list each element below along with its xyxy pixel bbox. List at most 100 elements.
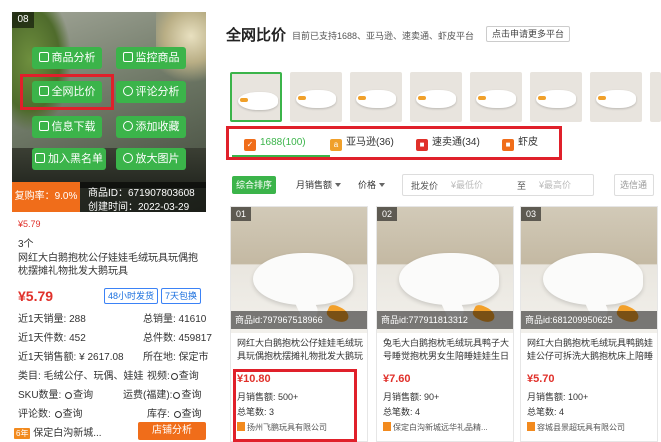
download-icon xyxy=(38,121,49,131)
stat-orders-1d: 近1天件数: 452 xyxy=(18,333,86,344)
stat-video[interactable]: 视频: 查询 xyxy=(147,367,199,382)
sort-price-button[interactable]: 价格 xyxy=(358,176,386,194)
monitor-product-button[interactable]: 监控商品 xyxy=(116,47,186,69)
sort-monthly-sales-button[interactable]: 月销售额 xyxy=(296,176,342,194)
tab-amazon-label: 亚马逊(36) xyxy=(346,137,394,148)
stat-total-orders: 总件数: 459817 xyxy=(143,333,212,344)
chevron-down-icon xyxy=(335,183,342,187)
analysis-icon xyxy=(38,52,49,62)
chevron-down-icon xyxy=(379,183,386,187)
price-range-filter: 批发价 ¥最低价 至 ¥最高价 xyxy=(402,174,594,196)
add-blacklist-button[interactable]: 加入黑名单 xyxy=(32,148,106,170)
thumbnail[interactable] xyxy=(590,72,642,122)
trust-filter-select[interactable]: 选信通 xyxy=(614,174,654,196)
thumbnail[interactable] xyxy=(410,72,462,122)
result-price: ¥5.70 xyxy=(527,373,555,385)
thumbnail[interactable] xyxy=(650,72,661,122)
result-index: 01 xyxy=(231,207,251,221)
thumbnail[interactable] xyxy=(530,72,582,122)
info-download-label: 信息下载 xyxy=(51,121,96,133)
shop-analysis-button[interactable]: 店铺分析 xyxy=(138,422,206,440)
info-download-button[interactable]: 信息下载 xyxy=(32,116,102,138)
tab-amazon[interactable]: a 亚马逊(36) xyxy=(330,133,394,153)
freight-query-link[interactable]: 查询 xyxy=(181,390,201,401)
video-label: 视频: xyxy=(147,371,170,382)
result-title[interactable]: 兔毛大白鹅抱枕毛绒玩具鸭子大号睡觉抱枕男女生陪睡娃娃生日礼物 xyxy=(383,337,509,363)
max-price-input[interactable]: ¥最高价 xyxy=(539,178,597,192)
certified-icon xyxy=(527,422,535,431)
result-product-id: 商品id:681209950625 xyxy=(521,311,657,329)
highlight-first-result-stats xyxy=(233,369,357,442)
stat-revenue-1d: 近1天销售额: ¥ 2617.08 xyxy=(18,352,124,363)
review-analysis-button[interactable]: 评论分析 xyxy=(116,81,186,103)
plant-decor xyxy=(12,12,72,132)
add-blacklist-label: 加入黑名单 xyxy=(48,153,103,165)
video-query-link[interactable]: 查询 xyxy=(179,371,199,382)
stat-total-sales: 总销量: 41610 xyxy=(143,314,207,325)
tab-shopee[interactable]: ■ 虾皮 xyxy=(502,133,538,153)
result-shop[interactable]: 保定白沟新城远华礼品精... xyxy=(383,422,509,433)
result-product-id: 商品id:797967518966 xyxy=(231,311,367,329)
sku-label: SKU数量: xyxy=(18,390,62,401)
quantity: 3个 xyxy=(18,239,34,250)
thumbnail[interactable] xyxy=(350,72,402,122)
stat-stock[interactable]: 库存: 查询 xyxy=(147,405,202,420)
stat-freight[interactable]: 运费(福建): 查询 xyxy=(123,386,201,401)
review-analysis-label: 评论分析 xyxy=(135,86,180,98)
sku-query-link[interactable]: 查询 xyxy=(73,390,93,401)
thumbnail[interactable] xyxy=(470,72,522,122)
result-card[interactable]: 03 商品id:681209950625 网红大白鹅抱枕毛绒玩具鸭鹅娃娃公仔可拆… xyxy=(520,206,658,442)
monitor-icon xyxy=(122,52,133,62)
stat-sales-1d: 近1天销量: 288 xyxy=(18,314,86,325)
tab-aliexpress[interactable]: ■ 速卖通(34) xyxy=(416,133,480,153)
beak-decor xyxy=(538,96,546,100)
sort-composite-button[interactable]: 综合排序 xyxy=(232,176,277,194)
stat-sku[interactable]: SKU数量: 查询 xyxy=(18,386,93,401)
result-shop-name[interactable]: 容城县景超玩具有限公司 xyxy=(537,423,625,432)
certified-icon xyxy=(383,422,391,431)
search-icon xyxy=(173,411,181,418)
tab-shopee-label: 虾皮 xyxy=(518,137,538,148)
tab-1688[interactable]: ✓ 1688(100) xyxy=(244,133,306,153)
result-total-reviews: 总笔数: 4 xyxy=(383,407,421,417)
amazon-logo-icon: a xyxy=(330,139,342,151)
min-price-input[interactable]: ¥最低价 xyxy=(451,178,509,192)
1688-logo-icon: ✓ xyxy=(244,139,256,151)
result-title[interactable]: 网红大白鹅抱枕毛绒玩具鸭鹅娃娃公仔可拆洗大鹅抱枕床上陪睡娃娃 xyxy=(527,337,653,363)
magnifier-icon xyxy=(122,86,133,96)
beak-decor xyxy=(298,96,306,100)
price-compare-panel: 全网比价 目前已支持1688、亚马逊、速卖通、虾皮平台 点击申请更多平台 ✓ 16… xyxy=(212,0,661,442)
product-id: 商品ID：671907803608 xyxy=(88,188,195,199)
favorite-icon xyxy=(122,121,133,131)
thumbnail[interactable] xyxy=(230,72,282,122)
product-title[interactable]: 网红大白鹅抱枕公仔娃娃毛绒玩具玩偶抱枕摆摊礼物批发大鹅玩具 xyxy=(18,252,206,278)
image-info-bar: 复购率：9.0% 商品ID：671907803608 创建时间：2022-03-… xyxy=(12,182,206,213)
shop-info[interactable]: 6年 保定白沟新城... xyxy=(14,424,102,439)
image-index-badge: 08 xyxy=(12,12,34,28)
active-tab-underline xyxy=(232,155,330,157)
result-monthly-sales: 月销售额: 90+ xyxy=(383,392,440,402)
apply-more-platforms-button[interactable]: 点击申请更多平台 xyxy=(486,26,571,42)
zoom-image-label: 放大图片 xyxy=(135,153,180,165)
beak-decor xyxy=(478,96,486,100)
result-title[interactable]: 网红大白鹅抱枕公仔娃娃毛绒玩具玩偶抱枕摆摊礼物批发大鹅玩具 xyxy=(237,337,363,363)
shop-name[interactable]: 保定白沟新城... xyxy=(33,428,101,439)
search-icon xyxy=(170,373,178,380)
thumbnail[interactable] xyxy=(290,72,342,122)
result-shop-name[interactable]: 保定白沟新城远华礼品精... xyxy=(393,423,488,432)
stock-query-link[interactable]: 查询 xyxy=(182,409,202,420)
search-icon xyxy=(54,411,62,418)
zoom-image-button[interactable]: 放大图片 xyxy=(116,148,186,170)
search-icon xyxy=(65,392,73,399)
result-card[interactable]: 02 商品id:777911813312 兔毛大白鹅抱枕毛绒玩具鸭子大号睡觉抱枕… xyxy=(376,206,514,442)
stat-reviews[interactable]: 评论数: 查询 xyxy=(18,405,83,420)
product-analysis-button[interactable]: 商品分析 xyxy=(32,47,102,69)
add-favorite-button[interactable]: 添加收藏 xyxy=(116,116,186,138)
shop-years-badge: 6年 xyxy=(14,428,31,439)
ship-48h-badge: 48小时发货 xyxy=(104,288,159,304)
tab-aliexpress-label: 速卖通(34) xyxy=(432,137,480,148)
search-icon xyxy=(173,392,181,399)
result-shop[interactable]: 容城县景超玩具有限公司 xyxy=(527,422,653,433)
sort-price-label: 价格 xyxy=(358,180,377,190)
reviews-query-link[interactable]: 查询 xyxy=(63,409,83,420)
